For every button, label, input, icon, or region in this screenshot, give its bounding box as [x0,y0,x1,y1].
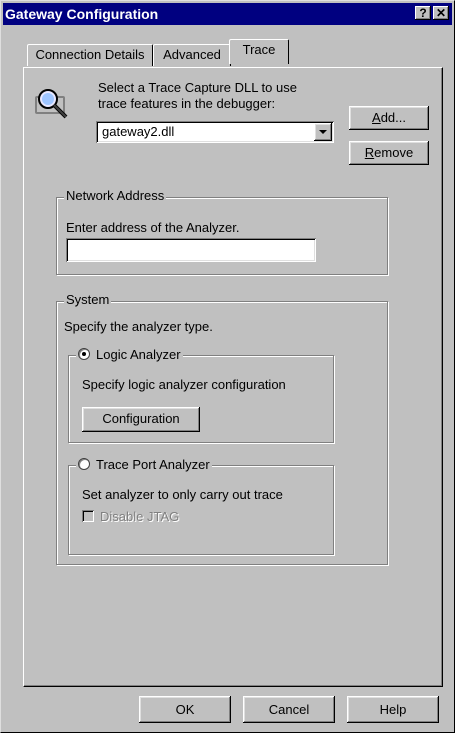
help-button[interactable]: Help [347,696,439,723]
trace-port-description: Set analyzer to only carry out trace [82,487,283,502]
search-trace-icon [35,89,68,119]
dialog-window: Gateway Configuration ? ✕ Connection Det… [0,0,455,733]
close-title-button[interactable]: ✕ [433,6,449,20]
ok-label: OK [175,702,195,717]
help-label: Help [379,702,407,717]
logic-analyzer-option[interactable]: Logic Analyzer [76,347,183,362]
system-prompt: Specify the analyzer type. [64,319,213,334]
logic-analyzer-description: Specify logic analyzer configuration [82,377,286,392]
tab-trace[interactable]: Trace [229,39,289,64]
trace-port-analyzer-radio[interactable] [78,458,90,470]
trace-dll-value: gateway2.dll [102,124,175,139]
analyzer-address-input[interactable] [66,238,316,262]
chevron-down-icon [319,130,327,134]
disable-jtag-option[interactable]: Disable JTAG [82,509,179,524]
window-title: Gateway Configuration [5,6,159,22]
tab-label: Connection Details [35,47,145,62]
configuration-button[interactable]: Configuration [82,407,200,432]
configuration-button-label: Configuration [102,411,180,426]
disable-jtag-label: Disable JTAG [100,509,180,524]
help-title-button[interactable]: ? [415,6,431,20]
trace-port-analyzer-option[interactable]: Trace Port Analyzer [76,457,212,472]
tab-advanced[interactable]: Advanced [153,44,231,66]
radio-selected-dot [82,352,86,356]
remove-label: emove [374,145,414,160]
network-address-prompt: Enter address of the Analyzer. [66,220,240,235]
ok-button[interactable]: OK [139,696,231,723]
cancel-label: Cancel [268,702,310,717]
tab-connection-details[interactable]: Connection Details [27,44,153,66]
network-address-legend: Network Address [64,188,167,203]
add-label: dd... [380,110,406,125]
remove-button[interactable]: Remove [349,141,429,165]
trace-dll-select[interactable]: gateway2.dll [96,121,334,143]
network-address-group [56,197,388,275]
disable-jtag-checkbox[interactable] [82,510,94,522]
remove-accel: R [364,145,375,160]
add-accel: A [372,110,381,125]
logic-analyzer-radio[interactable] [78,348,90,360]
logic-analyzer-label: Logic Analyzer [96,347,181,362]
system-legend: System [64,292,112,307]
tab-label: Trace [242,42,276,57]
trace-tab-panel: Select a Trace Capture DLL to use trace … [23,67,443,687]
trace-port-analyzer-label: Trace Port Analyzer [96,457,210,472]
trace-description-line2: trace features in the debugger: [98,96,276,111]
title-bar[interactable]: Gateway Configuration ? ✕ [3,3,452,25]
trace-description-line1: Select a Trace Capture DLL to use [98,80,297,95]
cancel-button[interactable]: Cancel [243,696,335,723]
tab-label: Advanced [163,47,221,62]
dropdown-arrow-button[interactable] [314,123,332,141]
add-button[interactable]: Add... [349,106,429,130]
